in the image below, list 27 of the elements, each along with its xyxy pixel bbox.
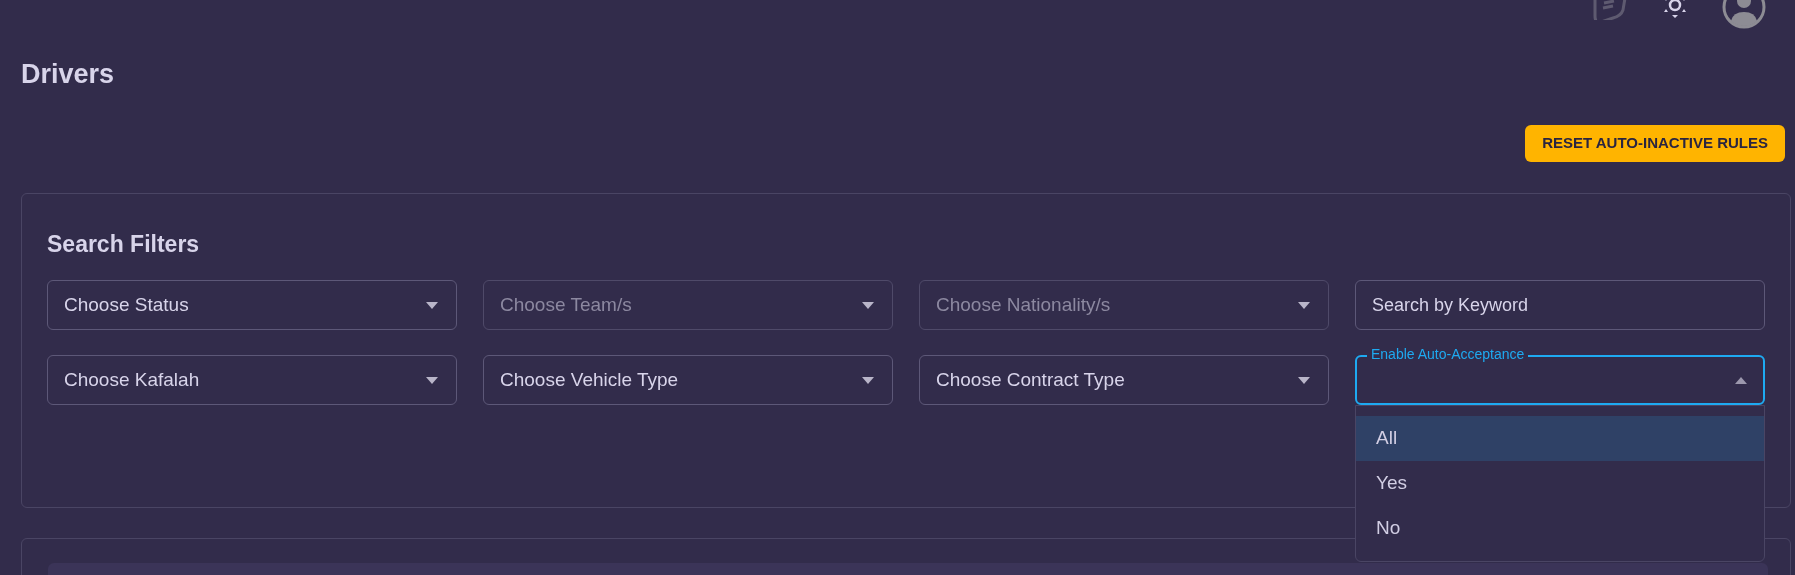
- caret-icon: [1298, 376, 1310, 384]
- caret-icon: [426, 301, 438, 309]
- select-field[interactable]: Choose Vehicle Type: [483, 355, 893, 405]
- dropdown-option[interactable]: Yes: [1356, 461, 1764, 506]
- caret-icon: [862, 376, 874, 384]
- avatar-icon[interactable]: [1721, 0, 1767, 30]
- field-value: Choose Contract Type: [936, 367, 1125, 392]
- select-field[interactable]: Choose Status: [47, 280, 457, 330]
- dropdown-option[interactable]: No: [1356, 506, 1764, 551]
- caret-icon: [1298, 301, 1310, 309]
- caret-icon: [1735, 376, 1747, 384]
- field-value: Choose Team/s: [500, 292, 632, 317]
- field-value: Choose Kafalah: [64, 367, 200, 392]
- select-field[interactable]: Choose Contract Type: [919, 355, 1329, 405]
- section-title: Search Filters: [47, 229, 201, 259]
- field-value: Choose Status: [64, 292, 189, 317]
- page-title: Drivers: [21, 58, 116, 91]
- caret-icon: [426, 376, 438, 384]
- search-field[interactable]: Search by Keyword: [1355, 280, 1765, 330]
- dropdown-option[interactable]: All: [1356, 416, 1764, 461]
- field-label: Enable Auto-Acceptance: [1367, 346, 1529, 362]
- brightness-icon[interactable]: [1663, 0, 1687, 18]
- reset-rules-button[interactable]: RESET AUTO-INACTIVE RULES: [1525, 124, 1785, 162]
- caret-icon: [862, 301, 874, 309]
- field-value: Choose Vehicle Type: [500, 367, 679, 392]
- select-field[interactable]: Choose Kafalah: [47, 355, 457, 405]
- field-value: Choose Nationality/s: [936, 292, 1111, 317]
